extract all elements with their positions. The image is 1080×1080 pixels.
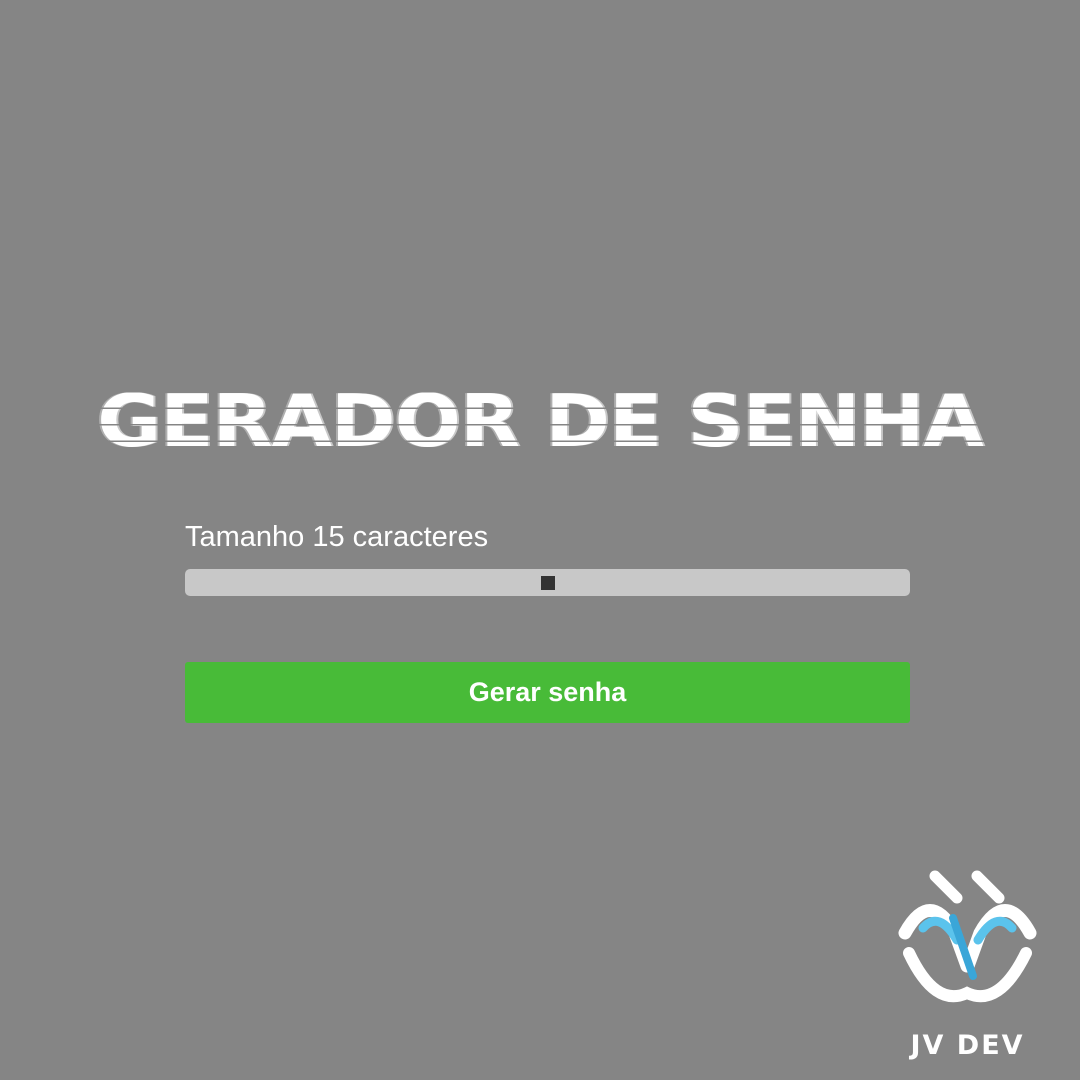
password-generator-panel: Tamanho 15 caracteres Gerar senha [185,515,910,723]
length-slider-thumb[interactable] [540,576,555,590]
length-label: Tamanho 15 caracteres [185,515,910,559]
page-title: GERADOR DE SENHA [97,380,984,464]
length-label-suffix: caracteres [344,521,489,553]
generate-password-button[interactable]: Gerar senha [185,662,910,723]
length-value: 15 [312,521,345,553]
brand-watermark: JV DEV [895,858,1040,1068]
length-label-prefix: Tamanho [185,521,313,553]
brand-name: JV DEV [910,1030,1025,1061]
jv-dev-logo-icon [898,870,1037,1003]
length-slider[interactable] [185,569,910,596]
